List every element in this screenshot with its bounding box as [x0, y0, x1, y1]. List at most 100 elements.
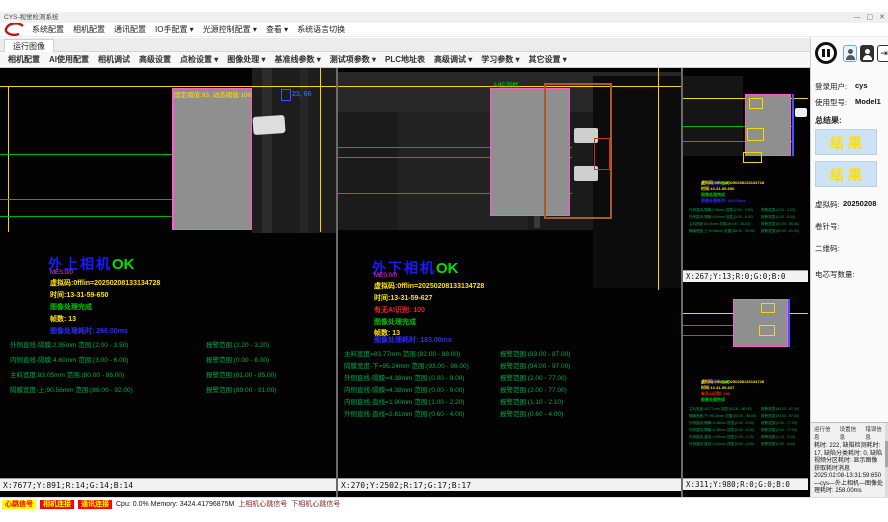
- minimize-icon[interactable]: —: [854, 12, 861, 23]
- pixel-coords-readout: X:270;Y:2502;R:17;G:17;B:17: [338, 478, 681, 491]
- virtual-code-value: 20250208: [843, 199, 876, 208]
- reference-line-blue-v: [788, 299, 790, 347]
- reference-line-yellow-v: [320, 68, 321, 232]
- probe-box: [281, 89, 291, 101]
- tab-run-image[interactable]: 运行图像: [4, 39, 54, 53]
- app-logo-icon: [4, 23, 26, 36]
- roi-box-yellow: [747, 128, 764, 141]
- time-text: 时间:13-31-59-627: [374, 293, 432, 303]
- heartbeat-badge: 心跳信号: [2, 500, 36, 509]
- reference-line-yellow-h: [0, 86, 336, 87]
- menu-io-config[interactable]: IO手配置 ▾: [155, 24, 194, 35]
- alarm-range: 报警范围:(2.00 - 77.00): [500, 384, 567, 394]
- mini-measurement: 内侧直线-隔膜=4.38mm 范围:(0.00 - 9.00): [689, 428, 754, 433]
- upper-camera-heartbeat: 上相机心跳信号: [238, 499, 287, 509]
- mini-measurement: 外侧直线-隔膜:2.95mm 范围:(2.00 - 3.50): [689, 208, 753, 213]
- toolbar-image-processing[interactable]: 图像处理 ▾: [227, 54, 265, 65]
- toolbar-camera-debug[interactable]: 相机调试: [98, 54, 130, 65]
- machine-background-stripe: [262, 68, 272, 233]
- virtual-code-label: 虚拟码:: [815, 199, 840, 210]
- mini-alarm: 报警范围:(83.00 - 87.00): [761, 407, 799, 412]
- ai-confidence-text: 有无AI识别: 100: [374, 305, 425, 315]
- toolbar-learning-params[interactable]: 学习参数 ▾: [481, 54, 519, 65]
- result-box-upper: 结 果: [815, 129, 877, 155]
- status-bar: 心跳信号 相机连接 通讯连接 Cpu: 0.0% Memory: 3424.41…: [0, 497, 888, 510]
- roi-box-yellow: [749, 98, 763, 109]
- toolbar-camera-config[interactable]: 相机配置: [8, 54, 40, 65]
- exit-logout-icon[interactable]: ⇥: [877, 45, 888, 62]
- measurement-row: 外侧直线-直线=2.61mm 范围:(0.60 - 4.00): [344, 408, 464, 418]
- user-dark-icon[interactable]: [860, 45, 874, 62]
- mini-elapsed: 图像处理耗时: 266.00ms: [701, 198, 745, 204]
- mini-measurement: 主料宽度=83.77mm 范围:(82.00 - 88.00): [689, 407, 752, 412]
- mini-alarm: 报警范围:(1.10 - 2.10): [761, 435, 795, 440]
- login-user-label: 登录用户:: [815, 81, 847, 92]
- thumbnail-view-upper[interactable]: 外上相机OK 虚拟码:0fflin=20250208133134728 时间:1…: [683, 68, 808, 283]
- defect-roi-box: [594, 138, 610, 170]
- alarm-range: 报警范围:(81.00 - 85.00): [206, 369, 276, 379]
- measurement-row: 外侧直线-隔膜=4.38mm 范围:(0.00 - 9.00): [344, 372, 464, 382]
- thumbnail-view-lower[interactable]: 外下相机OK 虚拟码:0fflin=20250208133134728 时间:1…: [683, 285, 808, 497]
- mini-alarm: 报警范围:(94.00 - 97.00): [761, 414, 799, 419]
- toolbar-other-settings[interactable]: 其它设置 ▾: [529, 54, 567, 65]
- reference-line-blue-v: [792, 94, 794, 156]
- log-tab-errors[interactable]: 错误信息: [865, 425, 887, 441]
- pause-button[interactable]: [815, 42, 837, 64]
- log-tab-run[interactable]: 运行信息: [814, 425, 836, 441]
- mini-measurement: 外侧直线-隔膜=4.38mm 范围:(0.00 - 9.00): [689, 421, 754, 426]
- toolbar-advanced-settings[interactable]: 高级设置: [139, 54, 171, 65]
- measurement-row: 内侧直线-直线=1.90mm 范围:(1.00 - 2.20): [344, 396, 464, 406]
- toolbar-advanced-debug[interactable]: 高级调试 ▾: [434, 54, 472, 65]
- menubar: 系统配置 相机配置 通讯配置 IO手配置 ▾ 光源控制配置 ▾ 查看 ▾ 系统语…: [0, 23, 888, 37]
- menu-camera-config[interactable]: 相机配置: [73, 24, 105, 35]
- connector-tab: [252, 115, 285, 135]
- alarm-range: 报警范围:(94.00 - 97.00): [500, 360, 570, 370]
- toolbar-spot-check[interactable]: 点检设置 ▾: [180, 54, 218, 65]
- menu-comm-config[interactable]: 通讯配置: [114, 24, 146, 35]
- mini-alarm: 报警范围:(0.00 - 8.00): [761, 215, 795, 220]
- alarm-range: 报警范围:(0.00 - 8.00): [206, 354, 269, 364]
- mini-done: 图像处理完成: [701, 397, 725, 403]
- tab-strip: 运行图像: [0, 38, 810, 52]
- user-login-icon[interactable]: [843, 45, 857, 62]
- qr-code-label: 二维码:: [815, 243, 840, 254]
- mini-measurement: 外侧直线-直线=2.61mm 范围:(0.60 - 4.00): [689, 442, 754, 447]
- camera-view-lower[interactable]: AI检测框 外下相机OK MES:0/0 虚拟码:0fflin=20250208…: [338, 68, 681, 497]
- right-panel: ⇥ 登录用户: cys 使用型号: Model1 总结果: 结 果 结 果 虚拟…: [810, 37, 888, 497]
- close-icon[interactable]: ✕: [879, 12, 885, 23]
- alarm-range: 报警范围:(83.00 - 87.00): [500, 348, 570, 358]
- mes-status-text: MES:0/0: [374, 273, 397, 279]
- threshold-overlay-text: 固定阈值:93, 动态阈值:100: [174, 89, 251, 99]
- menu-light-config[interactable]: 光源控制配置 ▾: [203, 24, 257, 35]
- toolbar-baseline-params[interactable]: 基准线参数 ▾: [275, 54, 321, 65]
- menu-view[interactable]: 查看 ▾: [266, 24, 288, 35]
- frame-count-text: 帧数: 13: [50, 314, 76, 324]
- toolbar-plc-address[interactable]: PLC地址表: [385, 54, 425, 65]
- mini-alarm: 报警范围:(2.00 - 77.00): [761, 428, 797, 433]
- lower-camera-heartbeat: 下相机心跳信号: [291, 499, 340, 509]
- maximize-icon[interactable]: ▢: [867, 12, 874, 23]
- toolbar: 相机配置 AI使用配置 相机调试 高级设置 点检设置 ▾ 图像处理 ▾ 基准线参…: [0, 52, 810, 68]
- camera-view-upper[interactable]: 固定阈值:93, 动态阈值:100 23, 66 外上相机OK MES:0/0 …: [0, 68, 336, 497]
- total-result-label: 总结果:: [815, 115, 842, 126]
- mini-measurement: 内侧直线-隔膜:4.60mm 范围:(3.00 - 6.00): [689, 215, 753, 220]
- log-tab-settings[interactable]: 设置信息: [840, 425, 862, 441]
- measurement-row: 主料宽度:83.05mm 范围:(80.00 - 86.00): [10, 369, 124, 379]
- status-ok: OK: [436, 260, 459, 277]
- roi-box-yellow: [759, 325, 775, 336]
- measurement-row: 外侧直线-隔膜:2.95mm 范围:(2.00 - 3.50): [10, 339, 128, 349]
- log-text: 耗时: 222, 缺陷检测耗时: 17, 缺陷分类耗时: 0, 缺陷视频分区耗时…: [811, 442, 888, 496]
- mini-measurement: 隔膜宽度-下=95.24mm 范围:(93.00 - 98.00): [689, 414, 756, 419]
- menu-system-config[interactable]: 系统配置: [32, 24, 64, 35]
- log-tabs: 运行信息 设置信息 错误信息: [811, 423, 888, 442]
- menu-language-switch[interactable]: 系统语言切换: [297, 24, 345, 35]
- toolbar-test-params[interactable]: 测试项参数 ▾: [330, 54, 376, 65]
- measurement-row: 主料宽度=83.77mm 范围:(82.00 - 88.00): [344, 348, 460, 358]
- mini-alarm: 报警范围:(0.60 - 4.00): [761, 442, 795, 447]
- pixel-coords-readout: X:267;Y:13;R:0;G:0;B:0: [683, 270, 808, 282]
- measurement-row: 隔膜宽度-上:90.56mm 范围:(88.00 - 92.00): [10, 384, 133, 394]
- toolbar-ai-use-config[interactable]: AI使用配置: [49, 54, 89, 65]
- alarm-range: 报警范围:(2.00 - 77.00): [500, 372, 567, 382]
- mes-status-text: MES:0/0: [50, 270, 73, 276]
- status-ok: OK: [112, 256, 135, 273]
